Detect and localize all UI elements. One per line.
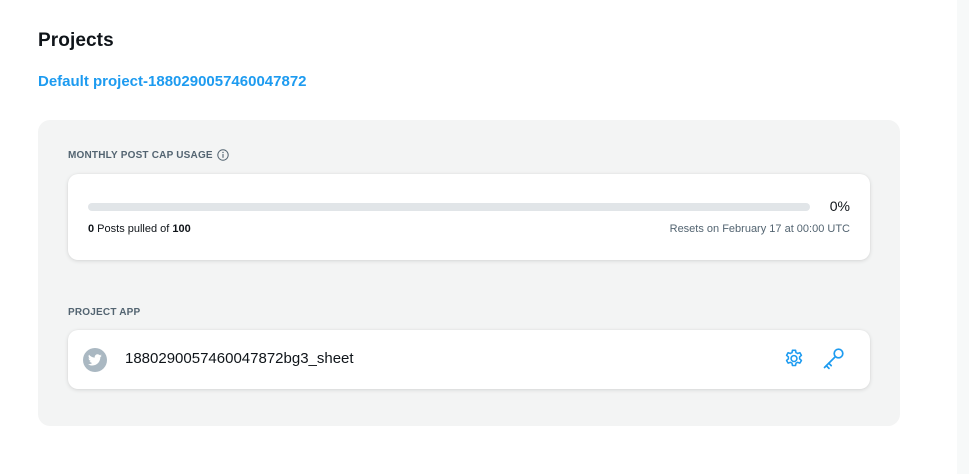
info-icon[interactable]	[217, 149, 229, 161]
posts-pulled-text: 0 Posts pulled of 100	[88, 223, 191, 235]
scrollbar-track[interactable]	[957, 0, 969, 474]
project-panel: MONTHLY POST CAP USAGE 0% 0 Posts pulled…	[38, 120, 900, 426]
usage-section-header: MONTHLY POST CAP USAGE	[68, 149, 229, 161]
posts-cap-count: 100	[172, 223, 191, 235]
app-name[interactable]: 1880290057460047872bg3_sheet	[125, 350, 354, 367]
reset-text: Resets on February 17 at 00:00 UTC	[669, 223, 850, 235]
app-keys-button[interactable]	[821, 346, 847, 372]
usage-progress-bar	[88, 203, 810, 211]
key-icon	[823, 348, 844, 370]
default-project-link[interactable]: Default project-1880290057460047872	[38, 73, 307, 90]
project-app-section-header: PROJECT APP	[68, 307, 140, 318]
usage-card: 0% 0 Posts pulled of 100 Resets on Febru…	[68, 174, 870, 260]
gear-icon	[785, 349, 803, 367]
posts-pulled-middle: Posts pulled of	[94, 223, 173, 235]
usage-percent: 0%	[829, 198, 850, 214]
project-app-label: PROJECT APP	[68, 307, 141, 318]
page-title: Projects	[38, 30, 114, 51]
project-app-card: 1880290057460047872bg3_sheet	[68, 330, 870, 389]
usage-label: MONTHLY POST CAP USAGE	[68, 149, 213, 161]
developer-portal-projects-page: Projects Default project-188029005746004…	[0, 0, 969, 474]
twitter-bird-icon	[83, 348, 107, 372]
app-settings-button[interactable]	[781, 346, 807, 372]
